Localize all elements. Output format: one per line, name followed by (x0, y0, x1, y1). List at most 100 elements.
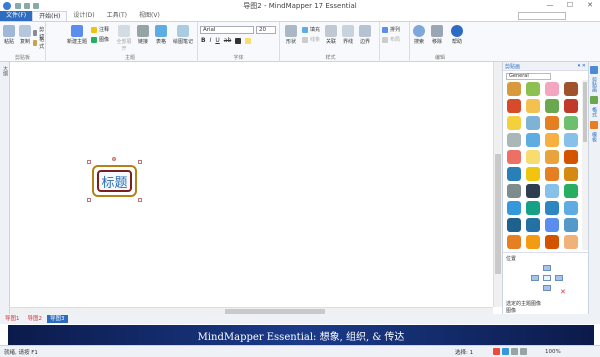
tab-file[interactable]: 文件(F) (0, 11, 33, 21)
clipart-icon[interactable] (526, 116, 540, 130)
doc-tab-active[interactable]: 导图3 (47, 315, 68, 323)
tab-clipart[interactable]: 剪贴画 (591, 77, 598, 92)
remove-image-icon[interactable]: ✕ (560, 288, 566, 296)
clipart-icon[interactable] (507, 99, 521, 113)
draw-notes-button[interactable]: 绘图笔记 (171, 25, 195, 45)
clipart-icon[interactable] (545, 116, 559, 130)
clipart-icon[interactable] (545, 235, 559, 249)
clipart-icon[interactable] (507, 235, 521, 249)
position-left-icon[interactable] (531, 275, 539, 281)
relation-button[interactable]: 关联 (324, 25, 338, 45)
search-input[interactable] (518, 12, 566, 20)
keyboard-icon[interactable] (520, 347, 527, 355)
help-button[interactable]: 帮助 (450, 25, 464, 45)
position-top-icon[interactable] (543, 265, 551, 271)
branch-button[interactable]: 边界 (358, 25, 372, 45)
clipart-icon[interactable] (526, 201, 540, 215)
clipart-icon[interactable] (526, 235, 540, 249)
central-topic[interactable]: 标题 (92, 165, 137, 197)
panel-pin-icon[interactable]: ▾ ✕ (578, 63, 586, 69)
copy-button[interactable]: 复制 (18, 25, 32, 45)
tab-format[interactable]: 格式 (591, 107, 598, 117)
clipart-icon[interactable] (526, 150, 540, 164)
highlight-icon[interactable] (245, 37, 252, 44)
boundary-button[interactable]: 界线 (341, 25, 355, 45)
strikethrough-button[interactable]: ab (224, 37, 232, 44)
resize-handle[interactable] (138, 160, 142, 164)
tab-tools[interactable]: 工具(T) (101, 11, 133, 21)
clipart-icon[interactable] (564, 116, 578, 130)
redo-icon[interactable] (33, 2, 39, 9)
clipart-icon[interactable] (507, 116, 521, 130)
clipart-icon[interactable] (545, 82, 559, 96)
format-tab-icon[interactable] (590, 96, 598, 104)
remove-button[interactable]: 移除 (430, 25, 444, 45)
clipart-icon[interactable] (526, 218, 540, 232)
font-color-icon[interactable] (235, 37, 242, 44)
ime-icon[interactable] (493, 347, 500, 355)
clipart-icon[interactable] (507, 201, 521, 215)
doc-tab[interactable]: 导图1 (2, 315, 23, 323)
note-button[interactable]: 注释 (91, 26, 109, 33)
clipart-icon[interactable] (526, 167, 540, 181)
minimize-button[interactable]: — (540, 0, 560, 11)
link-button[interactable]: 链接 (135, 25, 151, 45)
clipart-icon[interactable] (564, 184, 578, 198)
font-family-select[interactable]: Arial (200, 26, 254, 34)
undo-icon[interactable] (24, 2, 30, 9)
zoom-level[interactable]: 100% (545, 349, 561, 355)
clipart-icon[interactable] (507, 218, 521, 232)
fill-button[interactable]: 填充 (302, 26, 320, 33)
position-center-icon[interactable] (543, 275, 551, 281)
clipart-icon[interactable] (564, 201, 578, 215)
format-painter-button[interactable]: 格式 (33, 36, 46, 50)
vertical-scrollbar[interactable] (493, 62, 502, 307)
tab-home[interactable]: 开始(H) (32, 11, 68, 21)
clipart-icon[interactable] (507, 167, 521, 181)
shape-button[interactable]: 形状 (284, 25, 298, 45)
rotate-handle[interactable] (112, 157, 116, 161)
resize-handle[interactable] (87, 198, 91, 202)
tab-design[interactable]: 设计(D) (67, 11, 100, 21)
table-button[interactable]: 表格 (153, 25, 169, 45)
clipart-icon[interactable] (507, 150, 521, 164)
clipart-icon[interactable] (507, 184, 521, 198)
position-bottom-icon[interactable] (543, 285, 551, 291)
font-size-select[interactable]: 20 (256, 26, 276, 34)
clipart-tab-icon[interactable] (590, 66, 598, 74)
maximize-button[interactable]: ☐ (560, 0, 580, 11)
horizontal-scrollbar[interactable] (10, 307, 493, 314)
image-button[interactable]: 图像 (91, 36, 109, 43)
clipart-icon[interactable] (545, 201, 559, 215)
underline-button[interactable]: U (215, 37, 219, 44)
new-topic-button[interactable]: 新建主题 (65, 25, 89, 45)
central-topic-selection[interactable]: 标题 (87, 157, 142, 202)
clipart-icon[interactable] (564, 150, 578, 164)
scroll-thumb[interactable] (495, 154, 501, 274)
clipart-icon[interactable] (526, 82, 540, 96)
clipart-icon[interactable] (564, 218, 578, 232)
clipart-icon[interactable] (507, 133, 521, 147)
close-button[interactable]: ✕ (580, 0, 600, 11)
clipart-icon[interactable] (545, 99, 559, 113)
clipart-icon[interactable] (564, 99, 578, 113)
sort-button[interactable]: 排列 (382, 26, 400, 33)
clipart-icon[interactable] (507, 82, 521, 96)
tab-template[interactable]: 模板 (591, 132, 598, 142)
clipart-icon[interactable] (545, 150, 559, 164)
clipart-icon[interactable] (564, 167, 578, 181)
bold-button[interactable]: B (201, 37, 206, 44)
clipart-icon[interactable] (545, 218, 559, 232)
outline-strip[interactable]: 大纲 (0, 62, 10, 314)
save-icon[interactable] (15, 2, 21, 9)
clipart-icon[interactable] (526, 99, 540, 113)
position-right-icon[interactable] (555, 275, 563, 281)
italic-button[interactable]: I (210, 37, 212, 44)
lang-icon[interactable] (502, 347, 509, 355)
clipart-icon[interactable] (526, 184, 540, 198)
scroll-thumb[interactable] (583, 82, 587, 142)
tab-view[interactable]: 视图(V) (133, 11, 166, 21)
clipart-icon[interactable] (526, 133, 540, 147)
clipart-icon[interactable] (545, 133, 559, 147)
paste-button[interactable]: 粘贴 (2, 25, 16, 45)
